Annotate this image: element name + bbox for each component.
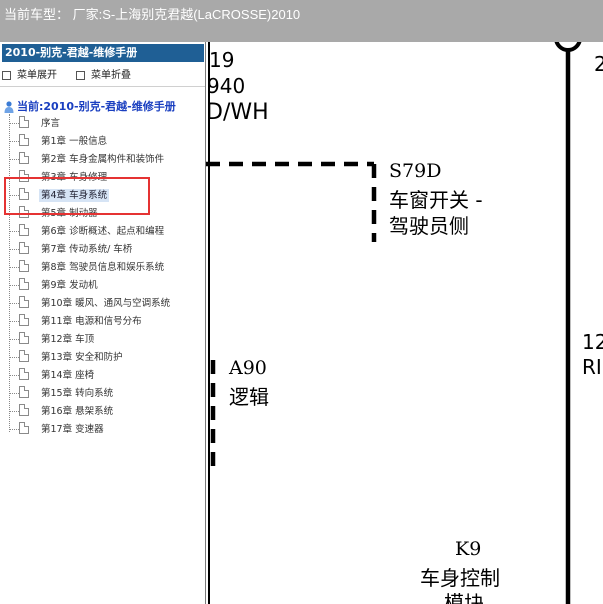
document-icon bbox=[19, 116, 29, 128]
tree-item-label: 第4章 车身系统 bbox=[39, 189, 110, 202]
tree-item-label: 第16章 悬架系统 bbox=[41, 406, 114, 417]
tree-connector bbox=[9, 357, 19, 358]
tree-connector bbox=[9, 321, 19, 322]
tree-item-label: 序言 bbox=[41, 118, 61, 129]
document-icon bbox=[19, 242, 29, 254]
right-edge-code: RI bbox=[582, 355, 602, 379]
document-icon bbox=[19, 422, 29, 434]
tree-item-label: 第6章 诊断概述、起点和编程 bbox=[41, 226, 165, 237]
tree-root-label: 当前:2010-别克-君越-维修手册 bbox=[17, 100, 176, 113]
expand-icon bbox=[2, 70, 11, 80]
tree-item-label: 第1章 一般信息 bbox=[41, 136, 108, 147]
tree-connector bbox=[9, 249, 19, 250]
tree-connector bbox=[9, 411, 19, 412]
component-name-line2: 驾驶员侧 bbox=[389, 214, 469, 238]
right-edge-number: 12 bbox=[582, 330, 603, 354]
tree-item-label: 第10章 暖风、通风与空调系统 bbox=[41, 298, 171, 309]
document-icon bbox=[19, 278, 29, 290]
tree-item-label: 第2章 车身金属构件和装饰件 bbox=[41, 154, 165, 165]
tree-item-label: 第14章 座椅 bbox=[41, 370, 95, 381]
document-icon bbox=[19, 332, 29, 344]
top-right-mark: 2 bbox=[594, 52, 603, 76]
document-icon bbox=[19, 404, 29, 416]
tree-item-label: 第7章 传动系统/ 车桥 bbox=[41, 244, 133, 255]
document-icon bbox=[19, 188, 29, 200]
tree-connector bbox=[9, 195, 19, 196]
document-icon bbox=[19, 260, 29, 272]
tree-item-label: 第17章 变速器 bbox=[41, 424, 104, 435]
tree-connector bbox=[9, 231, 19, 232]
tree-connector bbox=[9, 303, 19, 304]
document-icon bbox=[19, 152, 29, 164]
module-id: K9 bbox=[455, 538, 482, 560]
document-icon bbox=[19, 368, 29, 380]
tree-root[interactable]: 当前:2010-别克-君越-维修手册 bbox=[4, 98, 176, 114]
document-icon bbox=[19, 386, 29, 398]
wiring-diagram: 19 940 D/WH S79D 车窗开关 - 驾驶员侧 A90 逻辑 K9 车… bbox=[206, 42, 603, 604]
tree-connector bbox=[9, 393, 19, 394]
tree-item-label: 第5章 制动器 bbox=[41, 208, 98, 219]
document-icon bbox=[19, 134, 29, 146]
user-icon bbox=[4, 101, 14, 113]
logic-label: 逻辑 bbox=[229, 385, 269, 409]
document-icon bbox=[19, 206, 29, 218]
component-name-line1: 车窗开关 - bbox=[389, 188, 483, 212]
tree-item-label: 第12章 车顶 bbox=[41, 334, 95, 345]
tree-item-label: 第8章 驾驶员信息和娱乐系统 bbox=[41, 262, 165, 273]
tree-connector bbox=[9, 285, 19, 286]
diagram-lines bbox=[206, 42, 582, 604]
tree-connector bbox=[9, 141, 19, 142]
navigation-sidebar: 2010-别克-君越-维修手册 菜单展开 菜单折叠 当前:2010-别克-君越-… bbox=[0, 42, 206, 604]
title-bar: 当前车型： 厂家:S-上海别克君越(LaCROSSE)2010 bbox=[0, 0, 603, 42]
component-id: S79D bbox=[389, 160, 442, 182]
manual-header: 2010-别克-君越-维修手册 bbox=[2, 44, 204, 62]
module-name-line2: 模块 bbox=[444, 591, 484, 604]
wire-color: D/WH bbox=[206, 100, 269, 125]
tree-item-label: 第11章 电源和信号分布 bbox=[41, 316, 142, 327]
tree-connector bbox=[9, 375, 19, 376]
logic-id: A90 bbox=[229, 357, 267, 379]
tree-connector bbox=[9, 123, 19, 124]
document-icon bbox=[19, 350, 29, 362]
tree-connector bbox=[9, 159, 19, 160]
tree-connector bbox=[9, 177, 19, 178]
tree-item-label: 第13章 安全和防护 bbox=[41, 352, 123, 363]
connector-circle bbox=[554, 42, 582, 52]
menu-expand-button[interactable]: 菜单展开 bbox=[2, 66, 57, 81]
document-icon bbox=[19, 224, 29, 236]
tree-line bbox=[9, 114, 10, 432]
tree-item-label: 第9章 发动机 bbox=[41, 280, 98, 291]
document-icon bbox=[19, 296, 29, 308]
tree-connector bbox=[9, 213, 19, 214]
document-icon bbox=[19, 314, 29, 326]
tree-item-label: 第3章 车身修理 bbox=[41, 172, 108, 183]
tree-connector bbox=[9, 429, 19, 430]
window-title: 当前车型： 厂家:S-上海别克君越(LaCROSSE)2010 bbox=[4, 7, 301, 22]
wire-number: 19 bbox=[209, 48, 235, 72]
wire-code: 940 bbox=[207, 74, 246, 98]
tree-item-label: 第15章 转向系统 bbox=[41, 388, 114, 399]
divider bbox=[0, 86, 205, 87]
menu-collapse-button[interactable]: 菜单折叠 bbox=[76, 66, 131, 81]
tree-connector bbox=[9, 267, 19, 268]
document-icon bbox=[19, 170, 29, 182]
collapse-icon bbox=[76, 70, 85, 80]
tree-connector bbox=[9, 339, 19, 340]
